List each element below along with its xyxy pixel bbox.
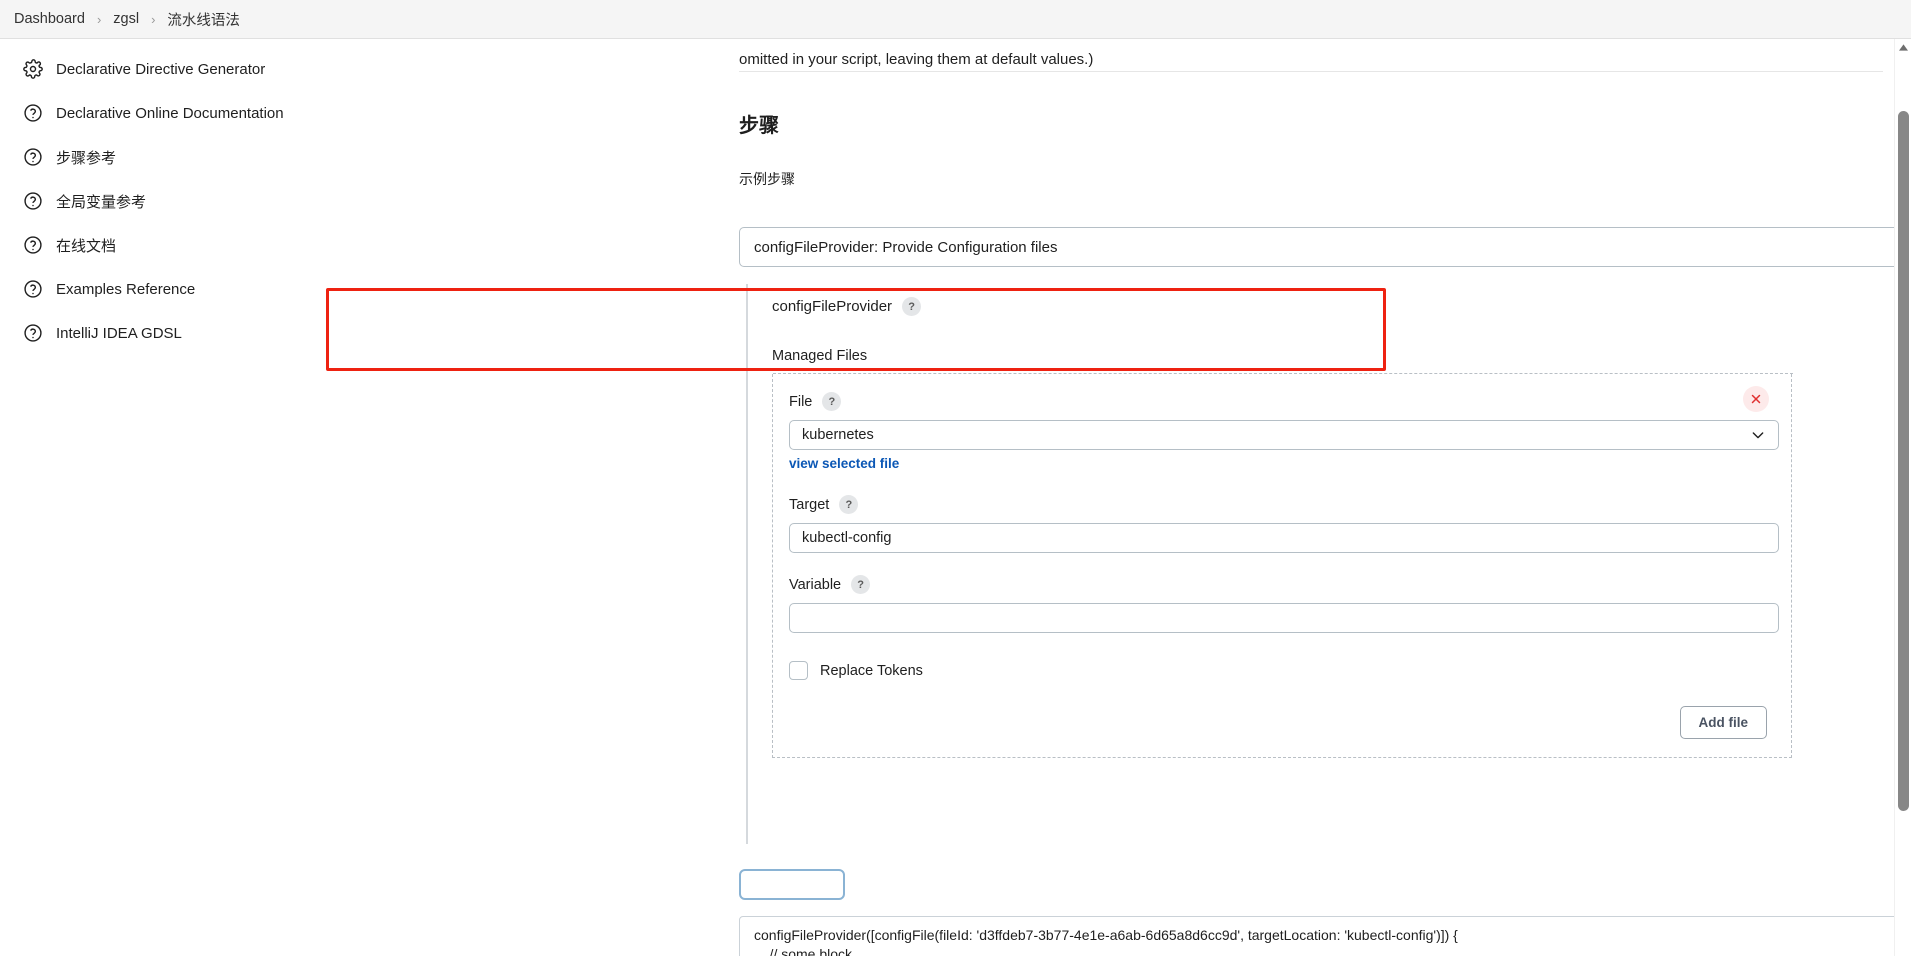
sidebar-item-label: 全局变量参考 — [56, 193, 147, 211]
page-title: 步骤 — [739, 115, 779, 137]
sidebar: Declarative Directive Generator Declarat… — [0, 39, 372, 956]
generated-script-output[interactable]: configFileProvider([configFile(fileId: '… — [739, 916, 1911, 956]
scrollbar-thumb[interactable] — [1898, 111, 1909, 811]
step-select[interactable]: configFileProvider: Provide Configuratio… — [739, 227, 1911, 267]
step-block-title: configFileProvider — [772, 298, 893, 315]
help-circle-icon — [22, 278, 44, 300]
chevron-down-icon — [1750, 427, 1766, 443]
file-entry: File ? kubernetes — [773, 374, 1791, 450]
sidebar-item-online-documentation[interactable]: 在线文档 — [0, 223, 372, 267]
breadcrumb-item-dashboard[interactable]: Dashboard — [12, 11, 87, 27]
step-block-header: configFileProvider ? — [772, 284, 1911, 316]
help-icon[interactable]: ? — [822, 392, 842, 411]
help-icon[interactable]: ? — [839, 495, 859, 514]
close-icon — [1750, 393, 1762, 405]
variable-field-group: Variable ? — [773, 553, 1791, 633]
replace-tokens-checkbox[interactable] — [789, 661, 808, 680]
managed-files-label: Managed Files — [772, 348, 868, 364]
target-label-row: Target ? — [789, 495, 1791, 514]
file-select[interactable]: kubernetes — [789, 420, 1779, 450]
sidebar-item-label: Examples Reference — [56, 280, 196, 298]
breadcrumb-item-pipeline-syntax[interactable]: 流水线语法 — [165, 9, 242, 30]
gear-icon — [22, 58, 44, 80]
sidebar-item-label: IntelliJ IDEA GDSL — [56, 324, 182, 342]
view-selected-file-link[interactable]: view selected file — [789, 456, 899, 471]
remove-file-button[interactable] — [1743, 386, 1769, 412]
help-icon[interactable]: ? — [902, 297, 922, 316]
sidebar-item-declarative-directive-generator[interactable]: Declarative Directive Generator — [0, 47, 372, 91]
sidebar-item-label: 步骤参考 — [56, 149, 117, 167]
file-label-row: File ? — [789, 392, 1791, 411]
breadcrumb-separator: › — [151, 11, 156, 27]
sidebar-item-label: Declarative Directive Generator — [56, 60, 266, 78]
scroll-up-arrow-icon[interactable] — [1895, 39, 1911, 56]
variable-input[interactable] — [789, 603, 1779, 633]
intro-paragraph: omitted in your script, leaving them at … — [739, 51, 1094, 68]
target-field-group: Target ? kubectl-config — [773, 473, 1791, 553]
help-circle-icon — [22, 234, 44, 256]
help-icon[interactable]: ? — [851, 575, 871, 594]
breadcrumb-item-zgsl[interactable]: zgsl — [111, 11, 141, 27]
add-file-row: Add file — [773, 680, 1791, 739]
target-input[interactable]: kubectl-config — [789, 523, 1779, 553]
sidebar-item-global-variable-reference[interactable]: 全局变量参考 — [0, 179, 372, 223]
step-config-block: configFileProvider ? Managed Files File … — [746, 284, 1911, 844]
help-circle-icon — [22, 322, 44, 344]
breadcrumb-separator: › — [96, 11, 102, 27]
variable-label-row: Variable ? — [789, 575, 1791, 594]
add-file-button[interactable]: Add file — [1679, 706, 1767, 739]
breadcrumb: Dashboard › zgsl › 流水线语法 — [0, 0, 1911, 39]
file-label: File — [789, 393, 813, 410]
replace-tokens-label: Replace Tokens — [820, 662, 923, 679]
file-select-value: kubernetes — [802, 427, 874, 443]
help-circle-icon — [22, 146, 44, 168]
page-scrollbar[interactable] — [1894, 39, 1911, 956]
generate-pipeline-script-button[interactable] — [739, 869, 845, 900]
target-input-value: kubectl-config — [802, 530, 892, 546]
main-content: omitted in your script, leaving them at … — [372, 39, 1911, 956]
replace-tokens-row: Replace Tokens — [773, 633, 1791, 680]
managed-files-repeatable: File ? kubernetes view selected file Tar… — [772, 373, 1793, 758]
sidebar-item-examples-reference[interactable]: Examples Reference — [0, 267, 372, 311]
sidebar-item-declarative-online-documentation[interactable]: Declarative Online Documentation — [0, 91, 372, 135]
step-select-value: configFileProvider: Provide Configuratio… — [754, 238, 1058, 256]
sidebar-item-step-reference[interactable]: 步骤参考 — [0, 135, 372, 179]
target-label: Target — [789, 496, 830, 513]
section-divider — [739, 71, 1883, 72]
sidebar-item-label: Declarative Online Documentation — [56, 104, 284, 122]
help-circle-icon — [22, 190, 44, 212]
sidebar-item-label: 在线文档 — [56, 237, 117, 255]
help-circle-icon — [22, 102, 44, 124]
variable-label: Variable — [789, 576, 842, 593]
sample-step-label: 示例步骤 — [739, 171, 795, 187]
sidebar-item-intellij-idea-gdsl[interactable]: IntelliJ IDEA GDSL — [0, 311, 372, 355]
